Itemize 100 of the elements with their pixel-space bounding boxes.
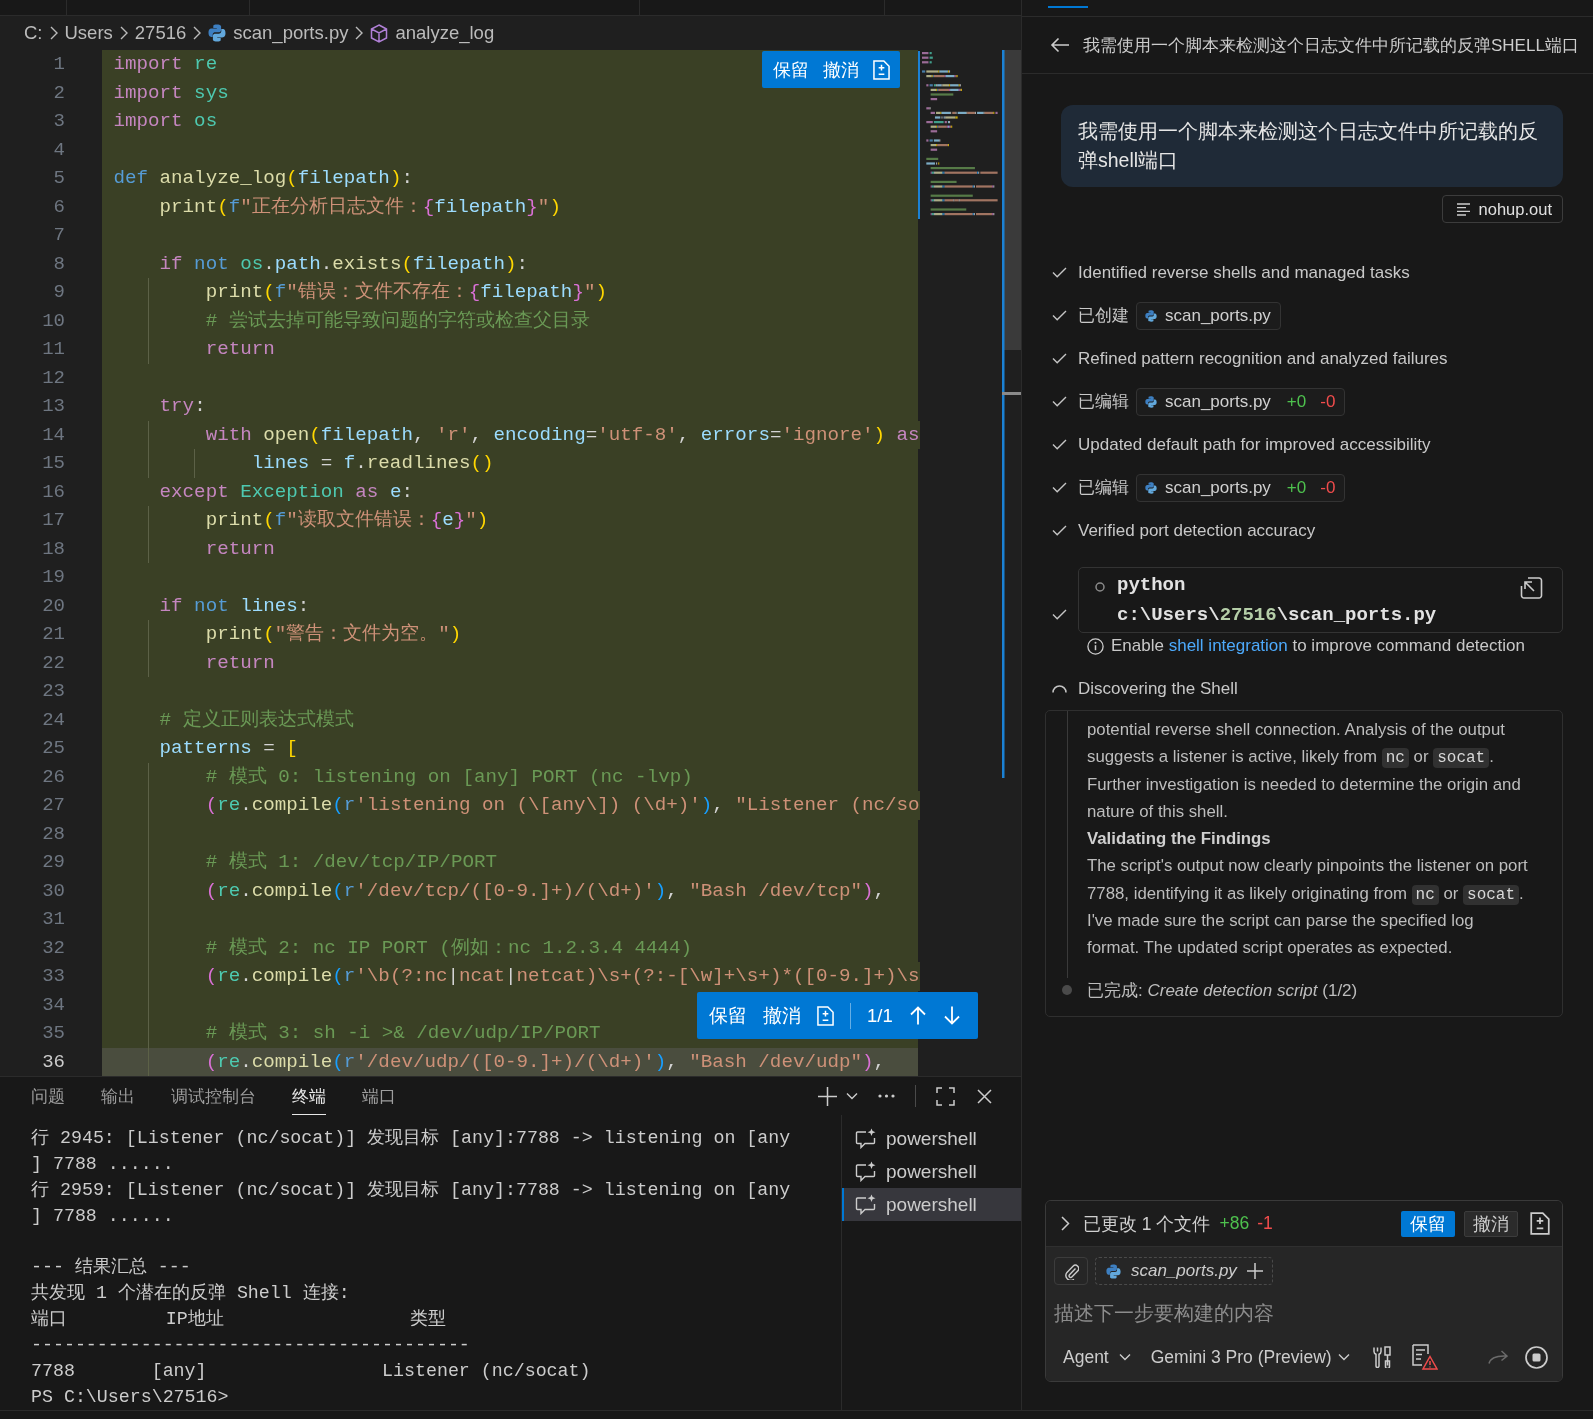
arrow-in-box-icon[interactable] <box>1520 577 1543 599</box>
code-line: # 模式 1: /dev/tcp/IP/PORT <box>204 851 497 873</box>
step-text: Refined pattern recognition and analyzed failures <box>1078 348 1448 369</box>
breadcrumb-item[interactable]: Users <box>64 22 113 44</box>
stop-icon[interactable] <box>1525 1345 1548 1369</box>
more-icon[interactable] <box>878 1094 895 1098</box>
line-number: 6 <box>52 194 66 220</box>
model-dropdown[interactable]: Gemini 3 Pro (Preview) <box>1150 1346 1350 1368</box>
code-line: return <box>204 338 275 360</box>
terminal-line: 端口 IP地址 类型 <box>31 1308 448 1332</box>
code-line: (re.compile(r'listening on (\[any\]) (\d+)'), "Listener (nc/so <box>204 794 920 816</box>
plus-icon[interactable] <box>1246 1263 1263 1279</box>
chevron-right-icon[interactable] <box>1061 1216 1070 1231</box>
attach-button[interactable] <box>1054 1257 1088 1285</box>
step-text: Discovering the Shell <box>1078 678 1238 699</box>
file-chip[interactable]: scan_ports.py +0 -0 <box>1136 473 1346 502</box>
tools-icon[interactable] <box>1371 1346 1393 1368</box>
code-line: print(f"读取文件错误：{e}") <box>204 509 489 531</box>
plus-icon[interactable] <box>818 1086 837 1106</box>
terminal-session-item[interactable]: powershell <box>842 1122 1021 1155</box>
line-number: 36 <box>41 1049 66 1075</box>
line-number: 20 <box>41 593 66 619</box>
panel-tab[interactable]: 问题 <box>31 1077 65 1115</box>
line-number: 31 <box>41 907 66 932</box>
file-type-icon <box>208 24 227 42</box>
terminal-line: 共发现 1 个潜在的反弹 Shell 连接: <box>31 1282 351 1306</box>
close-icon[interactable] <box>977 1088 992 1104</box>
chevron-right-icon <box>355 26 364 40</box>
code-line: # 定义正则表达式模式 <box>158 708 354 731</box>
chat-sparkle-icon <box>855 1161 877 1182</box>
line-number: 8 <box>52 251 66 277</box>
context-file-chip[interactable]: scan_ports.py <box>1095 1257 1273 1285</box>
undo-action[interactable]: 撤消 <box>763 1003 801 1028</box>
terminal-line: ] 7788 ...... <box>31 1204 175 1228</box>
line-number: 24 <box>41 707 66 733</box>
file-diff-icon[interactable] <box>1530 1212 1550 1235</box>
line-number: 1 <box>52 52 66 77</box>
thinking-text: The script's output now clearly pinpoints the listener on port 7788, identifying it as likely originating from nc or socat . I've made sure the script can parse the specified log format. The updated script operates as expected. <box>1087 855 1528 960</box>
step-text: Updated default path for improved accessibility <box>1078 434 1431 455</box>
line-number: 25 <box>41 736 66 761</box>
code-line: import re <box>113 53 218 75</box>
mode-dropdown[interactable]: Agent <box>1054 1346 1131 1368</box>
file-type-icon <box>1145 395 1157 408</box>
code-line: # 模式 3: sh -i >& /dev/udp/IP/PORT <box>204 1022 601 1044</box>
terminal-line: ---------------------------------------- <box>31 1334 471 1358</box>
panel-tab[interactable]: 调试控制台 <box>171 1077 256 1115</box>
breadcrumb-item[interactable]: 27516 <box>134 22 187 44</box>
code-line: (re.compile(r'\b(?:nc|ncat|netcat)\s+(?:-[\w]+\s+)*([0-9.]+)\s <box>204 965 920 987</box>
panel-tab[interactable]: 输出 <box>101 1077 135 1115</box>
step-text: Verified port detection accuracy <box>1078 520 1316 541</box>
arrow-up-icon[interactable] <box>908 1006 927 1025</box>
undo-action[interactable]: 撤消 <box>823 57 859 82</box>
code-line: return <box>204 537 275 560</box>
code-line: # 尝试去掉可能导致问题的字符或检查父目录 <box>204 309 590 332</box>
back-arrow-icon[interactable] <box>1050 37 1069 53</box>
command-text: python c:\Users\27516\scan_ports.py <box>1117 573 1438 628</box>
file-chip[interactable]: scan_ports.py <box>1136 301 1281 330</box>
panel-tab[interactable]: 端口 <box>362 1077 396 1115</box>
redo-arrow-icon[interactable] <box>1488 1350 1508 1364</box>
code-line: return <box>204 651 275 674</box>
line-number: 3 <box>52 109 66 134</box>
arrow-down-icon[interactable] <box>942 1006 961 1025</box>
breadcrumb-item[interactable]: analyze_log <box>395 22 495 44</box>
line-number: 7 <box>52 223 66 248</box>
terminal-line: ] 7788 ...... <box>31 1152 175 1176</box>
chevron-right-icon <box>193 26 202 40</box>
panel-tab[interactable]: 终端 <box>292 1077 326 1115</box>
paperclip-icon <box>1063 1262 1079 1280</box>
chevron-down-icon[interactable] <box>846 1092 858 1100</box>
line-number: 23 <box>41 679 66 704</box>
line-number: 4 <box>52 137 66 163</box>
line-number: 32 <box>41 935 66 961</box>
maximize-icon[interactable] <box>936 1086 955 1106</box>
line-number: 14 <box>41 422 66 448</box>
keep-action[interactable]: 保留 <box>773 57 809 82</box>
change-counter: 1/1 <box>867 1004 893 1027</box>
breadcrumb-item[interactable]: C: <box>24 22 43 44</box>
thinking-heading: Validating the Findings <box>1087 828 1272 851</box>
terminal-session-item[interactable]: powershell <box>842 1155 1021 1188</box>
line-number: 17 <box>41 508 66 533</box>
dot-icon <box>1062 985 1072 996</box>
undo-button[interactable]: 撤消 <box>1464 1210 1518 1237</box>
keep-action[interactable]: 保留 <box>709 1003 747 1028</box>
shell-integration-link[interactable]: shell integration <box>1168 636 1288 655</box>
line-number: 19 <box>41 565 66 590</box>
chevron-down-icon <box>1118 1353 1131 1361</box>
scrollbar-drawing[interactable] <box>1002 50 1021 778</box>
file-type-icon <box>1145 481 1157 494</box>
checklist-warning-icon[interactable] <box>1411 1344 1438 1370</box>
attachment-chip[interactable]: nohup.out <box>1441 195 1563 223</box>
terminal-session-item[interactable]: powershell <box>842 1188 1021 1221</box>
file-chip[interactable]: scan_ports.py +0 -0 <box>1136 387 1346 416</box>
added-count: +86 <box>1219 1213 1250 1234</box>
code-line: if not os.path.exists(filepath): <box>158 252 529 275</box>
code-line: import sys <box>113 81 229 104</box>
code-line: try: <box>158 395 206 417</box>
keep-button[interactable]: 保留 <box>1401 1210 1455 1237</box>
breadcrumb-item[interactable]: scan_ports.py <box>233 22 349 44</box>
line-number: 13 <box>41 394 66 419</box>
chat-input-field[interactable]: 描述下一步要构建的内容 <box>1054 1298 1552 1328</box>
